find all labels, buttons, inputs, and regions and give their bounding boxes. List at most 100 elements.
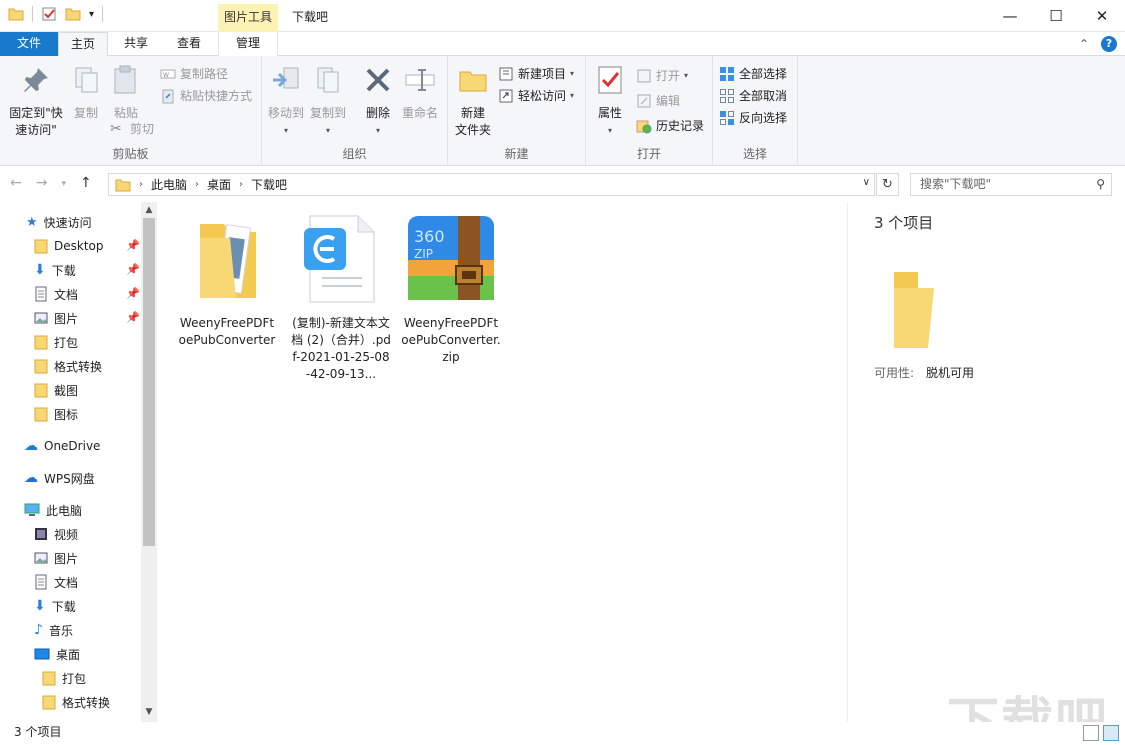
- clipboard-group-label: 剪贴板: [112, 147, 149, 161]
- folder-icon: [34, 239, 48, 254]
- details-view-icon[interactable]: [1083, 725, 1099, 741]
- chevron-down-icon[interactable]: ∨: [863, 177, 870, 188]
- new-folder-button[interactable]: 新建 文件夹: [452, 64, 494, 139]
- scroll-down-icon[interactable]: ▼: [141, 707, 157, 717]
- edit-button[interactable]: 编辑: [636, 92, 680, 109]
- nav-label: 此电脑: [46, 503, 83, 518]
- copy-to-button[interactable]: 复制到 ▾: [308, 64, 348, 139]
- nav-item-format-convert[interactable]: 格式转换: [34, 355, 102, 377]
- folder-icon[interactable]: [8, 7, 24, 21]
- delete-button[interactable]: 删除 ▾: [360, 64, 396, 139]
- delete-dropdown-icon: ▾: [375, 126, 380, 135]
- nav-item-desktop-format-convert[interactable]: 格式转换: [42, 691, 110, 713]
- delete-label: 删除: [365, 106, 390, 120]
- breadcrumb-this-pc[interactable]: 此电脑: [151, 176, 187, 193]
- breadcrumb-download[interactable]: 下载吧: [251, 176, 287, 193]
- minimize-button[interactable]: —: [987, 0, 1033, 32]
- properties-check-icon[interactable]: [41, 6, 57, 22]
- nav-item-pc-desktop[interactable]: 桌面: [34, 643, 80, 665]
- nav-item-pc-download[interactable]: ⬇ 下载: [34, 595, 76, 617]
- pin-icon[interactable]: 📌: [126, 311, 140, 324]
- pin-icon[interactable]: 📌: [126, 239, 140, 252]
- chevron-right-icon[interactable]: ›: [139, 179, 143, 190]
- nav-item-pack[interactable]: 打包: [34, 331, 78, 353]
- nav-quick-access[interactable]: ★ 快速访问: [26, 211, 92, 233]
- pin-label-line1: 固定到"快: [9, 106, 63, 120]
- copy-path-icon: W: [160, 69, 176, 79]
- nav-item-pc-pictures[interactable]: 图片: [34, 547, 78, 569]
- open-icon: [637, 69, 651, 82]
- search-input[interactable]: 搜索"下载吧" ⚲: [910, 173, 1112, 196]
- new-group-label: 新建: [504, 147, 529, 161]
- open-button[interactable]: 打开 ▾: [636, 67, 688, 84]
- details-pane: 3 个项目 可用性: 脱机可用: [847, 202, 1125, 722]
- select-group-label: 选择: [742, 147, 767, 161]
- easy-access-button[interactable]: 轻松访问 ▾: [498, 87, 574, 104]
- tab-manage[interactable]: 管理: [218, 32, 278, 56]
- nav-item-pictures[interactable]: 图片: [34, 307, 78, 329]
- tab-file[interactable]: 文件: [0, 32, 58, 56]
- rename-button[interactable]: 重命名: [400, 64, 440, 122]
- close-button[interactable]: ✕: [1079, 0, 1125, 32]
- file-item-pdf[interactable]: (复制)-新建文本文档 (2)（合并）.pdf-2021-01-25-08-42…: [291, 212, 391, 383]
- breadcrumb-desktop[interactable]: 桌面: [207, 176, 231, 193]
- nav-item-screenshots[interactable]: 截图: [34, 379, 78, 401]
- scrollbar-thumb[interactable]: [143, 218, 155, 546]
- move-to-button[interactable]: 移动到 ▾: [266, 64, 306, 139]
- cut-button[interactable]: ✂ 剪切: [110, 120, 154, 137]
- nav-item-music[interactable]: ♪ 音乐: [34, 619, 73, 641]
- select-all-button[interactable]: 全部选择: [719, 65, 787, 82]
- qat-dropdown-icon[interactable]: ▾: [89, 9, 94, 20]
- nav-scrollbar[interactable]: ▲ ▼: [141, 202, 157, 722]
- nav-wps[interactable]: ☁ WPS网盘: [24, 467, 95, 489]
- forward-arrow-icon[interactable]: →: [36, 175, 48, 193]
- copy-to-icon: [317, 67, 339, 93]
- nav-this-pc[interactable]: 此电脑: [24, 499, 82, 521]
- tab-share[interactable]: 共享: [114, 32, 158, 56]
- address-bar[interactable]: › 此电脑 › 桌面 › 下载吧 ∨: [108, 173, 875, 196]
- pin-icon[interactable]: 📌: [126, 287, 140, 300]
- file-item-zip[interactable]: 360 ZIP WeenyFreePDFtoePubConverter.zip: [401, 212, 501, 366]
- history-button[interactable]: 历史记录: [636, 117, 704, 134]
- help-icon[interactable]: ?: [1101, 36, 1117, 52]
- select-none-label: 全部取消: [739, 89, 788, 103]
- nav-label: 打包: [54, 335, 79, 350]
- tab-home[interactable]: 主页: [58, 32, 108, 57]
- large-icons-view-icon[interactable]: [1103, 725, 1119, 741]
- recent-dropdown-icon[interactable]: ▾: [61, 175, 66, 193]
- pin-icon[interactable]: 📌: [126, 263, 140, 276]
- tab-view[interactable]: 查看: [166, 32, 212, 56]
- back-arrow-icon[interactable]: ←: [10, 175, 22, 193]
- scroll-up-icon[interactable]: ▲: [141, 205, 157, 215]
- nav-item-videos[interactable]: 视频: [34, 523, 78, 545]
- nav-onedrive[interactable]: ☁ OneDrive: [24, 435, 100, 457]
- pin-to-quick-access-button[interactable]: 固定到"快 速访问": [6, 64, 66, 139]
- nav-item-download[interactable]: ⬇ 下载: [34, 259, 76, 281]
- search-icon[interactable]: ⚲: [1096, 174, 1105, 195]
- nav-item-icons[interactable]: 图标: [34, 403, 78, 425]
- properties-button[interactable]: 属性 ▾: [592, 64, 628, 139]
- nav-item-pc-documents[interactable]: 文档: [34, 571, 78, 593]
- up-arrow-icon[interactable]: ↑: [80, 175, 92, 193]
- file-item-folder[interactable]: WeenyFreePDFtoePubConverter: [177, 212, 277, 349]
- music-note-icon: ♪: [34, 622, 43, 638]
- ribbon-tabs: 文件 主页 共享 查看 管理 ⌃ ?: [0, 32, 1125, 57]
- new-item-button[interactable]: 新建项目 ▾: [498, 65, 574, 82]
- new-folder-icon[interactable]: [65, 7, 81, 21]
- maximize-button[interactable]: ☐: [1033, 0, 1079, 32]
- paste-shortcut-button[interactable]: 粘贴快捷方式: [160, 87, 252, 104]
- rename-label: 重命名: [401, 106, 438, 120]
- chevron-right-icon[interactable]: ›: [195, 179, 199, 190]
- chevron-right-icon[interactable]: ›: [239, 179, 243, 190]
- copy-path-button[interactable]: W 复制路径: [160, 65, 228, 82]
- invert-selection-button[interactable]: 反向选择: [719, 109, 787, 126]
- collapse-ribbon-icon[interactable]: ⌃: [1079, 37, 1089, 51]
- nav-item-desktop-pack[interactable]: 打包: [42, 667, 86, 689]
- nav-item-documents[interactable]: 文档: [34, 283, 78, 305]
- navigation-pane: ★ 快速访问 Desktop 📌 ⬇ 下载 📌 文档 📌 图片 📌 打包 格式转…: [0, 202, 157, 722]
- select-none-button[interactable]: 全部取消: [719, 87, 787, 104]
- paste-button[interactable]: 粘贴: [108, 64, 144, 122]
- copy-button[interactable]: 复制: [68, 64, 104, 122]
- refresh-button[interactable]: ↻: [876, 173, 899, 196]
- nav-item-desktop[interactable]: Desktop: [34, 235, 104, 257]
